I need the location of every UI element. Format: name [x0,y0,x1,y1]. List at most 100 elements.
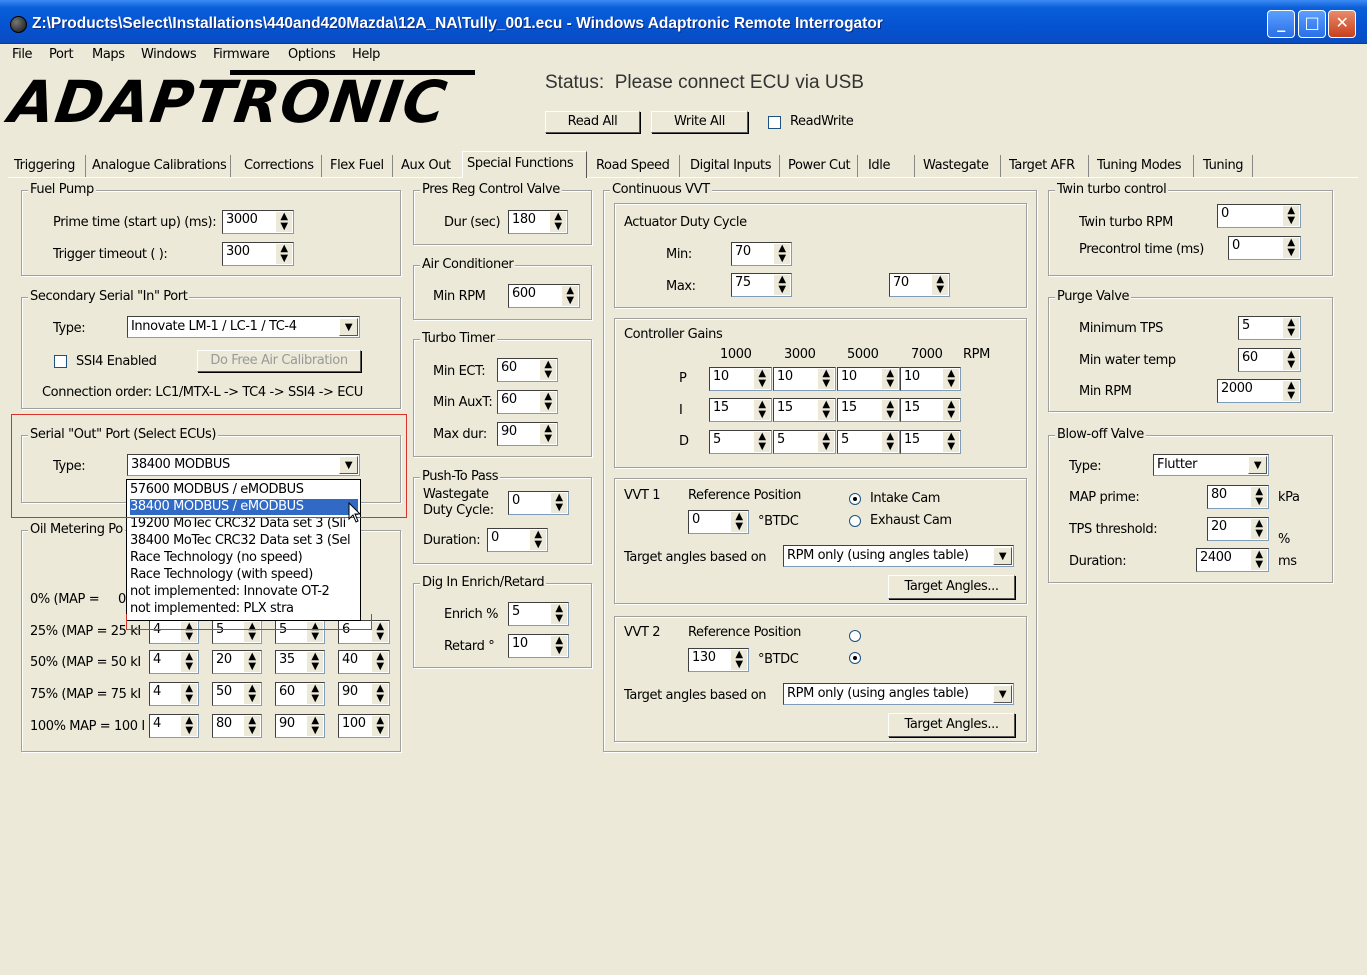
retard-spinner[interactable]: 10 ▲ ▼ [508,634,569,658]
tab-digital-inputs[interactable]: Digital Inputs [690,155,780,177]
purge-tps-spinner[interactable]: 5 ▲ ▼ [1238,316,1301,340]
vvt1-target-angles-button[interactable]: Target Angles... [888,575,1015,599]
menu-maps[interactable]: Maps [92,47,125,62]
blowoff-duration-spinner[interactable]: 2400 ▲ ▼ [1196,548,1269,572]
vvt1-exhaust-radio[interactable] [849,515,861,527]
dropdown-option[interactable]: not implemented: Innovate OT-2 [130,584,358,600]
oil-row-1-spin-2[interactable]: 5 ▲ ▼ [212,620,262,644]
twin-turbo-rpm-spinner[interactable]: 0 ▲ ▼ [1217,204,1301,228]
purge-water-spinner[interactable]: 60 ▲ ▼ [1238,348,1301,372]
gain-p-spin-4[interactable]: 10 ▲ ▼ [900,367,961,391]
dropdown-option[interactable]: 38400 MoTec CRC32 Data set 3 (Sel [130,533,358,549]
vvt-min-spinner[interactable]: 70 ▲ ▼ [731,242,792,266]
turbo-ect-spinner[interactable]: 60 ▲ ▼ [497,358,558,382]
oil-row-3-spin-3[interactable]: 60 ▲ ▼ [275,682,325,706]
dropdown-option[interactable]: Race Technology (no speed) [130,550,358,566]
dropdown-option[interactable]: Race Technology (with speed) [130,567,358,583]
gain-d-spin-4[interactable]: 15 ▲ ▼ [900,430,961,454]
vvt2-target-select[interactable]: RPM only (using angles table) ▼ [783,683,1014,705]
vvt1-ref-spinner[interactable]: 0 ▲ ▼ [688,510,749,534]
oil-row-4-spin-2[interactable]: 80 ▲ ▼ [212,714,262,738]
readwrite-checkbox[interactable] [768,116,781,129]
tab-flex-fuel[interactable]: Flex Fuel [330,155,393,177]
tab-road-speed[interactable]: Road Speed [596,155,680,177]
precontrol-spinner[interactable]: 0 ▲ ▼ [1228,236,1301,260]
app-icon[interactable] [10,16,27,33]
tab-corrections[interactable]: Corrections [244,155,322,177]
oil-row-1-spin-1[interactable]: 4 ▲ ▼ [149,620,199,644]
oil-row-3-spin-1[interactable]: 4 ▲ ▼ [149,682,199,706]
enrich-spinner[interactable]: 5 ▲ ▼ [508,602,569,626]
dropdown-option-selected[interactable]: 38400 MODBUS / eMODBUS [130,499,358,515]
gain-i-spin-3[interactable]: 15 ▲ ▼ [837,398,900,422]
blowoff-type-select[interactable]: Flutter ▼ [1153,454,1269,476]
push-wg-spinner[interactable]: 0 ▲ ▼ [508,491,569,515]
menu-windows[interactable]: Windows [141,47,197,62]
vvt2-intake-radio[interactable] [849,630,861,642]
tab-analogue-calibrations[interactable]: Analogue Calibrations [92,155,231,177]
oil-row-2-spin-4[interactable]: 40 ▲ ▼ [338,650,390,674]
tab-aux-out[interactable]: Aux Out [401,155,459,177]
menu-options[interactable]: Options [288,47,336,62]
tab-special-functions[interactable]: Special Functions [462,151,587,178]
gain-p-spin-1[interactable]: 10 ▲ ▼ [709,367,772,391]
maximize-button[interactable]: □ [1298,10,1326,38]
tab-target-afr[interactable]: Target AFR [1009,155,1089,177]
tab-power-cut[interactable]: Power Cut [788,155,858,177]
write-all-button[interactable]: Write All [651,111,748,133]
gain-p-spin-2[interactable]: 10 ▲ ▼ [773,367,836,391]
oil-row-3-spin-2[interactable]: 50 ▲ ▼ [212,682,262,706]
menu-help[interactable]: Help [352,47,380,62]
vvt2-exhaust-radio[interactable] [849,652,861,664]
tab-tuning-modes[interactable]: Tuning Modes [1097,155,1194,177]
pres-reg-dur-spinner[interactable]: 180 ▲ ▼ [508,210,568,234]
vvt1-intake-radio[interactable] [849,493,861,505]
vvt1-target-select[interactable]: RPM only (using angles table) ▼ [783,545,1014,567]
vvt2-target-angles-button[interactable]: Target Angles... [888,713,1015,737]
oil-row-4-spin-3[interactable]: 90 ▲ ▼ [275,714,325,738]
menu-firmware[interactable]: Firmware [213,47,270,62]
gain-d-spin-3[interactable]: 5 ▲ ▼ [837,430,900,454]
free-air-calibration-button[interactable]: Do Free Air Calibration [197,350,361,372]
secondary-type-select[interactable]: Innovate LM-1 / LC-1 / TC-4 ▼ [127,316,360,338]
minimize-button[interactable]: _ [1267,10,1295,38]
oil-row-1-spin-3[interactable]: 5 ▲ ▼ [275,620,325,644]
gain-i-spin-2[interactable]: 15 ▲ ▼ [773,398,836,422]
close-button[interactable]: ✕ [1328,10,1356,38]
vvt2-ref-spinner[interactable]: 130 ▲ ▼ [688,648,749,672]
gain-p-spin-3[interactable]: 10 ▲ ▼ [837,367,900,391]
turbo-auxt-spinner[interactable]: 60 ▲ ▼ [497,390,558,414]
gain-i-spin-4[interactable]: 15 ▲ ▼ [900,398,961,422]
prime-time-spinner[interactable]: 3000 ▲ ▼ [222,210,294,234]
blowoff-map-spinner[interactable]: 80 ▲ ▼ [1207,485,1269,509]
oil-row-3-spin-4[interactable]: 90 ▲ ▼ [338,682,390,706]
oil-row-2-spin-3[interactable]: 35 ▲ ▼ [275,650,325,674]
trigger-timeout-spinner[interactable]: 300 ▲ ▼ [222,242,294,266]
tab-tuning[interactable]: Tuning [1203,155,1253,177]
oil-row-4-spin-4[interactable]: 100 ▲ ▼ [338,714,390,738]
ac-min-rpm-spinner[interactable]: 600 ▲ ▼ [508,284,580,308]
vvt-extra-spinner[interactable]: 70 ▲ ▼ [889,273,950,297]
tab-idle[interactable]: Idle [868,155,915,177]
menu-file[interactable]: File [12,47,33,62]
purge-rpm-spinner[interactable]: 2000 ▲ ▼ [1217,379,1301,403]
tab-triggering[interactable]: Triggering [14,155,86,177]
dropdown-option[interactable]: 57600 MODBUS / eMODBUS [130,482,358,498]
push-duration-spinner[interactable]: 0 ▲ ▼ [487,528,548,552]
vvt-max-spinner[interactable]: 75 ▲ ▼ [731,273,792,297]
gain-d-spin-1[interactable]: 5 ▲ ▼ [709,430,772,454]
serial-out-type-select[interactable]: 38400 MODBUS ▼ [127,454,360,476]
oil-row-1-spin-4[interactable]: 6 ▲ ▼ [338,620,390,644]
turbo-maxdur-spinner[interactable]: 90 ▲ ▼ [497,422,558,446]
dropdown-option[interactable]: 19200 MoTec CRC32 Data set 3 (Sli [130,516,358,532]
dropdown-option[interactable]: not implemented: PLX stra [130,601,358,617]
oil-row-2-spin-1[interactable]: 4 ▲ ▼ [149,650,199,674]
oil-row-2-spin-2[interactable]: 20 ▲ ▼ [212,650,262,674]
gain-d-spin-2[interactable]: 5 ▲ ▼ [773,430,836,454]
oil-row-4-spin-1[interactable]: 4 ▲ ▼ [149,714,199,738]
read-all-button[interactable]: Read All [545,111,640,133]
menu-port[interactable]: Port [49,47,74,62]
blowoff-tps-spinner[interactable]: 20 ▲ ▼ [1207,517,1269,541]
ssi4-checkbox[interactable] [54,355,67,368]
gain-i-spin-1[interactable]: 15 ▲ ▼ [709,398,772,422]
